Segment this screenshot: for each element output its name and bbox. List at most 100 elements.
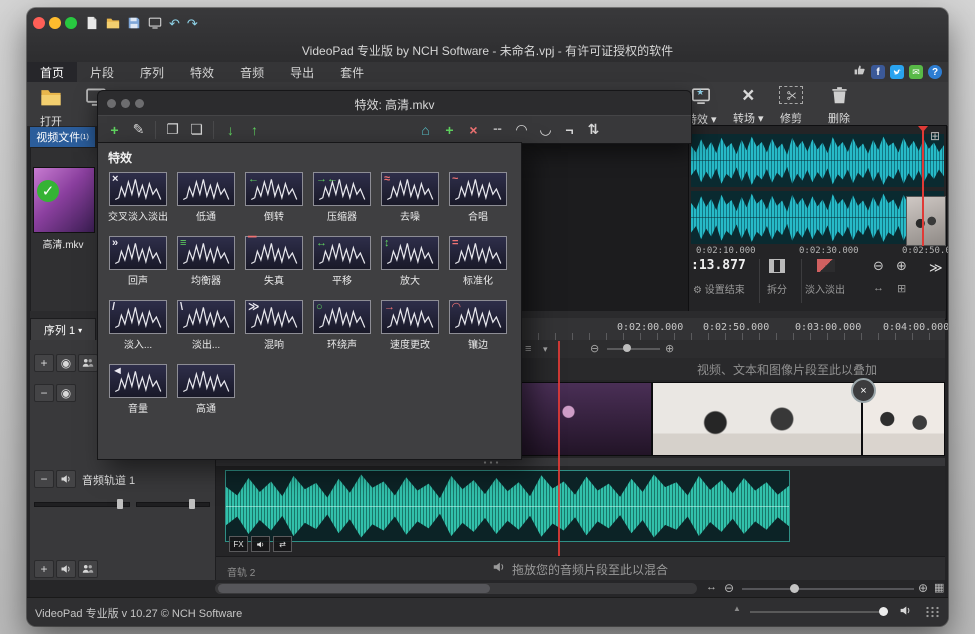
scrollbar-thumb[interactable] (218, 584, 490, 593)
record-video-button[interactable]: ◉ (56, 384, 76, 402)
bottom-zoom-knob[interactable] (790, 584, 799, 593)
audio-track-2[interactable]: 音轨 2 拖放您的音频片段至此以混合 (215, 556, 945, 581)
audio-clip[interactable] (225, 470, 790, 542)
splitter-grip[interactable] (482, 461, 500, 464)
effect-item[interactable]: »回声 (104, 233, 172, 297)
like-icon[interactable] (853, 63, 866, 81)
horizontal-scrollbar[interactable] (215, 583, 697, 594)
effect-item[interactable]: ▔失真 (240, 233, 308, 297)
record-button[interactable]: ◉ (56, 354, 76, 372)
master-speaker-icon[interactable] (899, 604, 912, 622)
group-audio-button[interactable] (78, 560, 98, 578)
tab-home[interactable]: 首页 (27, 62, 77, 82)
zoom-in-icon[interactable]: ⊕ (896, 258, 907, 274)
curve-down-button[interactable]: ◡ (535, 120, 556, 140)
delete-button[interactable]: 删除 (824, 84, 854, 128)
effect-item[interactable]: ←倒转 (240, 169, 308, 233)
facebook-icon[interactable]: f (871, 65, 885, 79)
undo-icon[interactable]: ↶ (169, 17, 180, 30)
redo-icon[interactable]: ↷ (187, 17, 198, 30)
open-project-icon[interactable] (106, 16, 120, 30)
tab-sequence[interactable]: 序列 (127, 62, 177, 82)
track-menu-icon[interactable]: ≡ (525, 342, 531, 356)
fade-button[interactable]: 淡入淡出 (805, 281, 845, 296)
line-segment-button[interactable]: ╌ (487, 120, 508, 140)
twitter-icon[interactable] (890, 65, 904, 79)
effect-item[interactable]: ≫混响 (240, 297, 308, 361)
video-clip[interactable] (500, 382, 652, 456)
master-volume-slider[interactable] (750, 611, 888, 613)
effect-item[interactable]: ↔平移 (308, 233, 376, 297)
sequence-tab[interactable]: 序列 1▾ (30, 318, 96, 341)
move-effect-up-button[interactable]: ↑ (244, 120, 265, 140)
sort-button[interactable]: ⇅ (583, 120, 604, 140)
paste-effect-chain-button[interactable]: ❏ (186, 120, 207, 140)
fx-badge[interactable]: FX (229, 536, 248, 552)
resize-grip-icon[interactable] (925, 606, 941, 618)
audio-track-1[interactable]: FX ⇄ (215, 466, 945, 556)
volume-slider[interactable] (34, 502, 130, 507)
timeline-zoom-slider[interactable] (607, 348, 660, 350)
add-overlay-track-button[interactable]: + (34, 354, 54, 372)
trim-button[interactable]: 修剪 (775, 84, 807, 128)
timeline-playhead[interactable] (558, 341, 560, 556)
effect-item[interactable]: ~合唱 (444, 169, 512, 233)
tab-effects[interactable]: 特效 (177, 62, 227, 82)
group-tracks-button[interactable] (78, 354, 98, 372)
minimize-window-button[interactable] (49, 17, 61, 29)
step-segment-button[interactable]: ¬ (559, 120, 580, 140)
set-end-button[interactable]: ⚙ 设置结束 (693, 281, 745, 296)
more-controls-button[interactable]: ≫ (929, 260, 943, 276)
add-effect-button[interactable]: + (104, 120, 125, 140)
effect-item[interactable]: 高通 (172, 361, 240, 425)
clip-link-icon[interactable]: ⇄ (273, 536, 292, 552)
pan-slider[interactable] (136, 502, 210, 507)
tab-audio[interactable]: 音频 (227, 62, 277, 82)
help-icon[interactable]: ? (928, 65, 942, 79)
panel-toggle-icon[interactable]: ⊞ (930, 129, 940, 143)
effect-item[interactable]: ◠镶边 (444, 297, 512, 361)
transition-badge-icon[interactable]: × (851, 378, 876, 403)
remove-track-button[interactable]: − (34, 384, 54, 402)
effect-item[interactable]: ↕放大 (376, 233, 444, 297)
delete-keyframe-button[interactable]: × (463, 120, 484, 140)
fit-width-icon[interactable]: ↔ (873, 282, 884, 294)
split-button[interactable]: 拆分 (767, 281, 787, 296)
effect-item[interactable]: ≡均衡器 (172, 233, 240, 297)
tab-export[interactable]: 导出 (277, 62, 327, 82)
tab-clip[interactable]: 片段 (77, 62, 127, 82)
copy-effect-chain-button[interactable]: ❐ (162, 120, 183, 140)
timeline-zoom-knob[interactable] (623, 344, 631, 352)
effect-item[interactable]: →速度更改 (376, 297, 444, 361)
add-audio-track-button[interactable]: + (34, 560, 54, 578)
preview-icon[interactable] (148, 16, 162, 30)
effect-item[interactable]: 低通 (172, 169, 240, 233)
bottom-zoom-out-icon[interactable]: ⊖ (724, 581, 734, 595)
reset-view-button[interactable]: ⌂ (415, 120, 436, 140)
effect-item[interactable]: ×交叉淡入淡出 (104, 169, 172, 233)
video-clip[interactable] (652, 382, 862, 456)
timeline-zoom-out-icon[interactable]: ⊖ (590, 342, 599, 356)
mute-audio-track-button[interactable] (56, 470, 76, 488)
collapse-audio-track-button[interactable]: − (34, 470, 54, 488)
effect-item[interactable]: ○环绕声 (308, 297, 376, 361)
new-project-icon[interactable] (85, 16, 99, 30)
save-project-icon[interactable] (127, 16, 141, 30)
effect-item[interactable]: →←压缩器 (308, 169, 376, 233)
add-keyframe-button[interactable]: + (439, 120, 460, 140)
effect-item[interactable]: \淡出... (172, 297, 240, 361)
edit-effect-button[interactable]: ✎ (128, 120, 149, 140)
fit-timeline-icon[interactable]: ↔ (706, 581, 717, 593)
open-file-button[interactable]: 打开 (35, 84, 67, 128)
tab-suite[interactable]: 套件 (327, 62, 377, 82)
clip-speaker-icon[interactable] (251, 536, 270, 552)
frame-view-icon[interactable]: ⊞ (897, 282, 906, 295)
media-tab-video-files[interactable]: 视频文件(1) (30, 127, 95, 147)
effect-item[interactable]: =标准化 (444, 233, 512, 297)
move-effect-down-button[interactable]: ↓ (220, 120, 241, 140)
grid-view-icon[interactable]: ▦ (934, 581, 944, 594)
zoom-window-button[interactable] (65, 17, 77, 29)
bottom-zoom-in-icon[interactable]: ⊕ (918, 581, 928, 595)
effect-item[interactable]: ◄音量 (104, 361, 172, 425)
close-window-button[interactable] (33, 17, 45, 29)
